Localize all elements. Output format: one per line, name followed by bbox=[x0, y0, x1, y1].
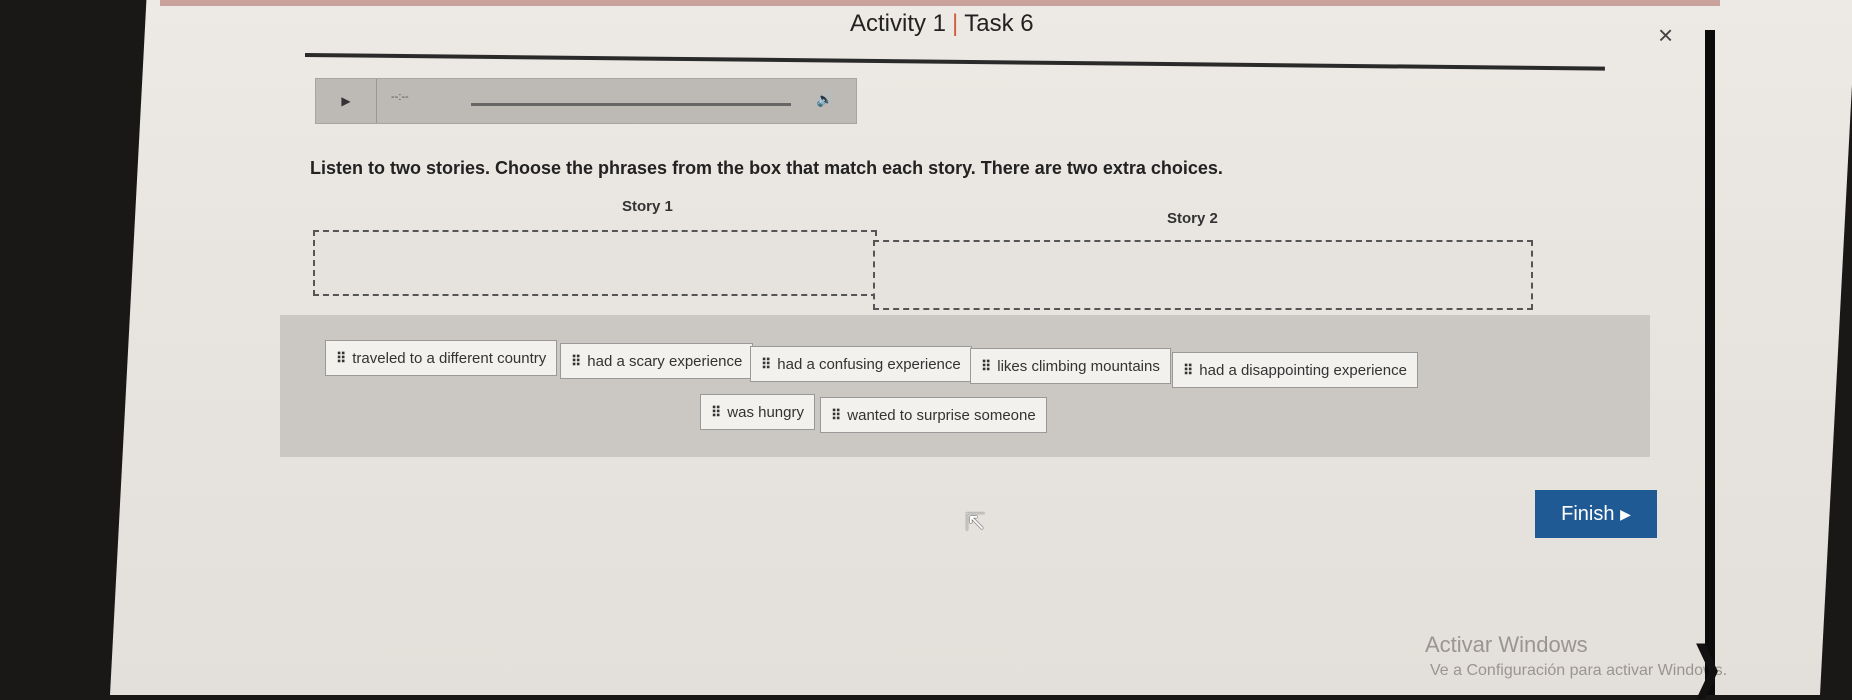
chevron-right-icon: ❯ bbox=[1690, 637, 1724, 699]
task-label: Task 6 bbox=[964, 10, 1034, 37]
option-label: was hungry bbox=[727, 404, 804, 421]
option-label: wanted to surprise someone bbox=[847, 407, 1036, 424]
option-chip[interactable]: ⠿ had a scary experience bbox=[560, 343, 754, 379]
option-chip[interactable]: ⠿ likes climbing mountains bbox=[970, 348, 1171, 384]
time-readout: --:-- bbox=[391, 91, 409, 103]
option-label: traveled to a different country bbox=[352, 350, 547, 367]
option-chip[interactable]: ⠿ wanted to surprise someone bbox=[820, 397, 1047, 433]
story-1-header: Story 1 bbox=[622, 198, 673, 215]
drag-handle-icon: ⠿ bbox=[571, 353, 581, 369]
options-tray bbox=[280, 315, 1650, 457]
option-chip[interactable]: ⠿ traveled to a different country bbox=[325, 340, 558, 376]
story-2-header: Story 2 bbox=[1167, 210, 1218, 227]
header-divider bbox=[304, 53, 1605, 71]
mouse-cursor-icon: ⇱ bbox=[965, 509, 986, 536]
option-chip[interactable]: ⠿ had a confusing experience bbox=[750, 346, 972, 382]
drag-handle-icon: ⠿ bbox=[336, 350, 346, 366]
drag-handle-icon: ⠿ bbox=[761, 356, 771, 372]
finish-button[interactable]: Finish ▶ bbox=[1535, 490, 1657, 538]
drag-handle-icon: ⠿ bbox=[711, 404, 721, 420]
story-2-drop-zone[interactable] bbox=[873, 240, 1533, 310]
activity-label: Activity 1 bbox=[850, 10, 947, 37]
top-accent-bar bbox=[160, 0, 1720, 6]
watermark-title: Activar Windows bbox=[1425, 632, 1588, 657]
page-title: Activity 1 | Task 6 bbox=[850, 10, 1034, 38]
volume-icon[interactable]: 🔊 bbox=[816, 91, 833, 108]
audio-player: ▶ --:-- 🔊 bbox=[315, 78, 857, 124]
finish-label: Finish bbox=[1561, 502, 1615, 525]
drag-handle-icon: ⠿ bbox=[831, 407, 841, 423]
option-label: had a scary experience bbox=[587, 353, 743, 370]
close-icon[interactable]: × bbox=[1658, 20, 1673, 51]
drag-handle-icon: ⠿ bbox=[1183, 362, 1193, 378]
instructions-text: Listen to two stories. Choose the phrase… bbox=[310, 158, 1223, 178]
play-arrow-icon: ▶ bbox=[1620, 505, 1631, 522]
option-label: had a disappointing experience bbox=[1199, 362, 1407, 379]
drag-handle-icon: ⠿ bbox=[981, 358, 991, 374]
option-label: had a confusing experience bbox=[777, 356, 961, 373]
play-icon[interactable]: ▶ bbox=[316, 79, 377, 123]
activity-window: Activity 1 | Task 6 × ▶ --:-- 🔊 Listen to … bbox=[160, 0, 1727, 695]
watermark-subtitle: Ve a Configuración para activar Windows. bbox=[1430, 662, 1728, 679]
scrollbar[interactable] bbox=[1705, 30, 1715, 695]
title-separator: | bbox=[952, 10, 959, 37]
option-chip[interactable]: ⠿ was hungry bbox=[700, 394, 815, 430]
audio-progress-track[interactable] bbox=[471, 103, 791, 106]
option-label: likes climbing mountains bbox=[997, 358, 1160, 375]
option-chip[interactable]: ⠿ had a disappointing experience bbox=[1172, 352, 1418, 388]
story-1-drop-zone[interactable] bbox=[313, 230, 877, 296]
